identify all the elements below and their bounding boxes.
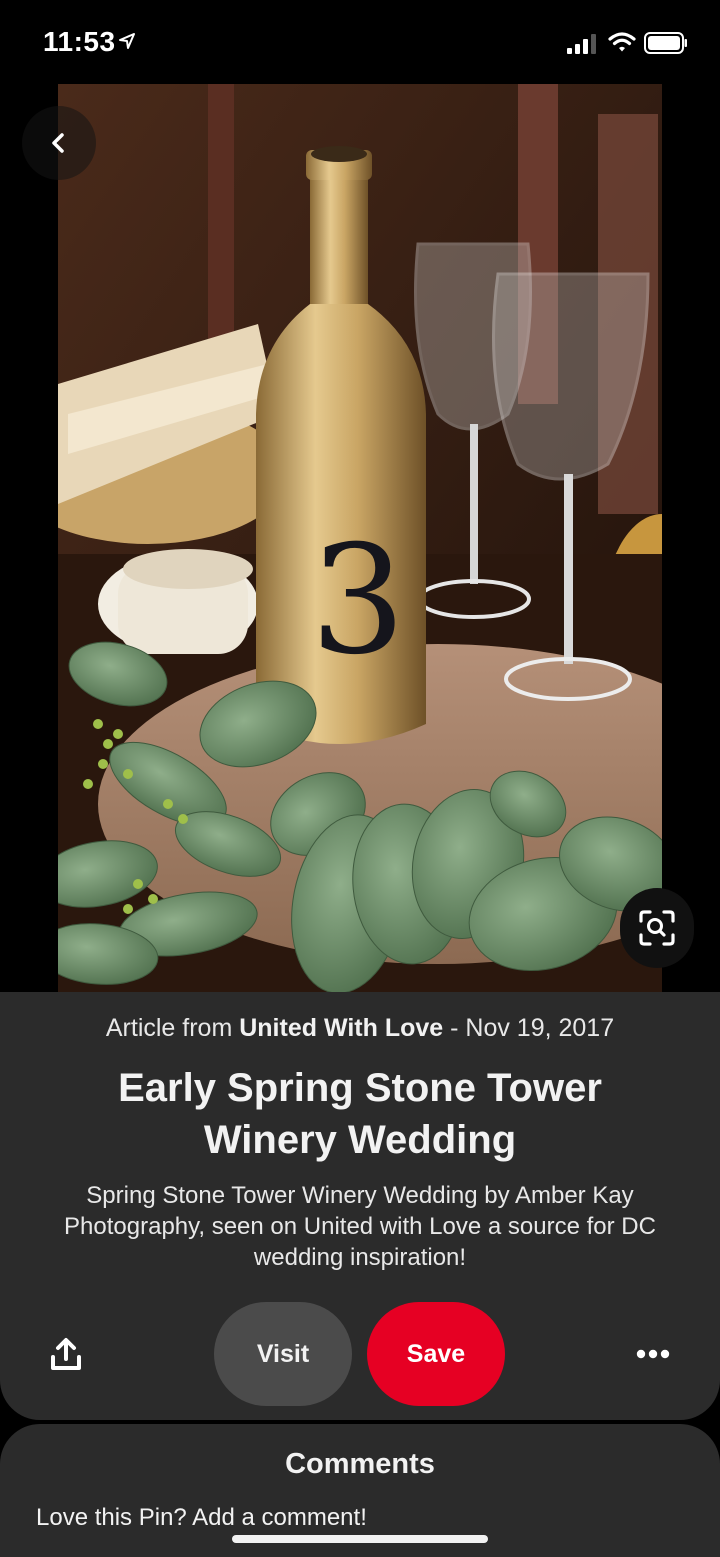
wifi-icon — [608, 32, 636, 52]
article-prefix: Article from — [105, 1014, 240, 1042]
visual-search-button[interactable] — [620, 888, 694, 968]
pin-description: Spring Stone Tower Winery Wedding by Amb… — [64, 1182, 656, 1271]
location-arrow-icon — [119, 33, 135, 49]
more-icon — [636, 1349, 670, 1359]
article-date: - Nov 19, 2017 — [443, 1014, 615, 1042]
more-button[interactable] — [628, 1334, 678, 1374]
battery-icon — [644, 32, 687, 54]
back-button[interactable] — [22, 106, 96, 180]
source-link[interactable]: United With Love — [239, 1014, 443, 1042]
share-button[interactable] — [44, 1332, 88, 1376]
svg-text:3: 3 — [310, 514, 405, 688]
home-indicator[interactable] — [232, 1535, 488, 1543]
share-icon — [51, 1338, 81, 1370]
back-chevron-icon — [52, 133, 64, 153]
pin-info-card: Article from United With Love - Nov 19, … — [0, 992, 720, 1420]
visit-button[interactable]: Visit — [214, 1302, 352, 1406]
pin-photo: 3 — [58, 84, 662, 994]
visual-search-icon — [639, 910, 675, 946]
article-attribution: Article from United With Love - Nov 19, … — [0, 1014, 720, 1043]
signal-icon — [567, 34, 596, 54]
comments-title: Comments — [285, 1448, 435, 1480]
save-button[interactable]: Save — [367, 1302, 505, 1406]
pin-title: Early Spring Stone Tower Winery Wedding — [118, 1066, 602, 1162]
add-comment-prompt[interactable]: Love this Pin? Add a comment! — [36, 1504, 367, 1532]
pin-image[interactable]: 3 — [58, 84, 662, 994]
status-time: 11:53 — [43, 26, 116, 57]
status-bar: 11:53 — [0, 0, 720, 84]
